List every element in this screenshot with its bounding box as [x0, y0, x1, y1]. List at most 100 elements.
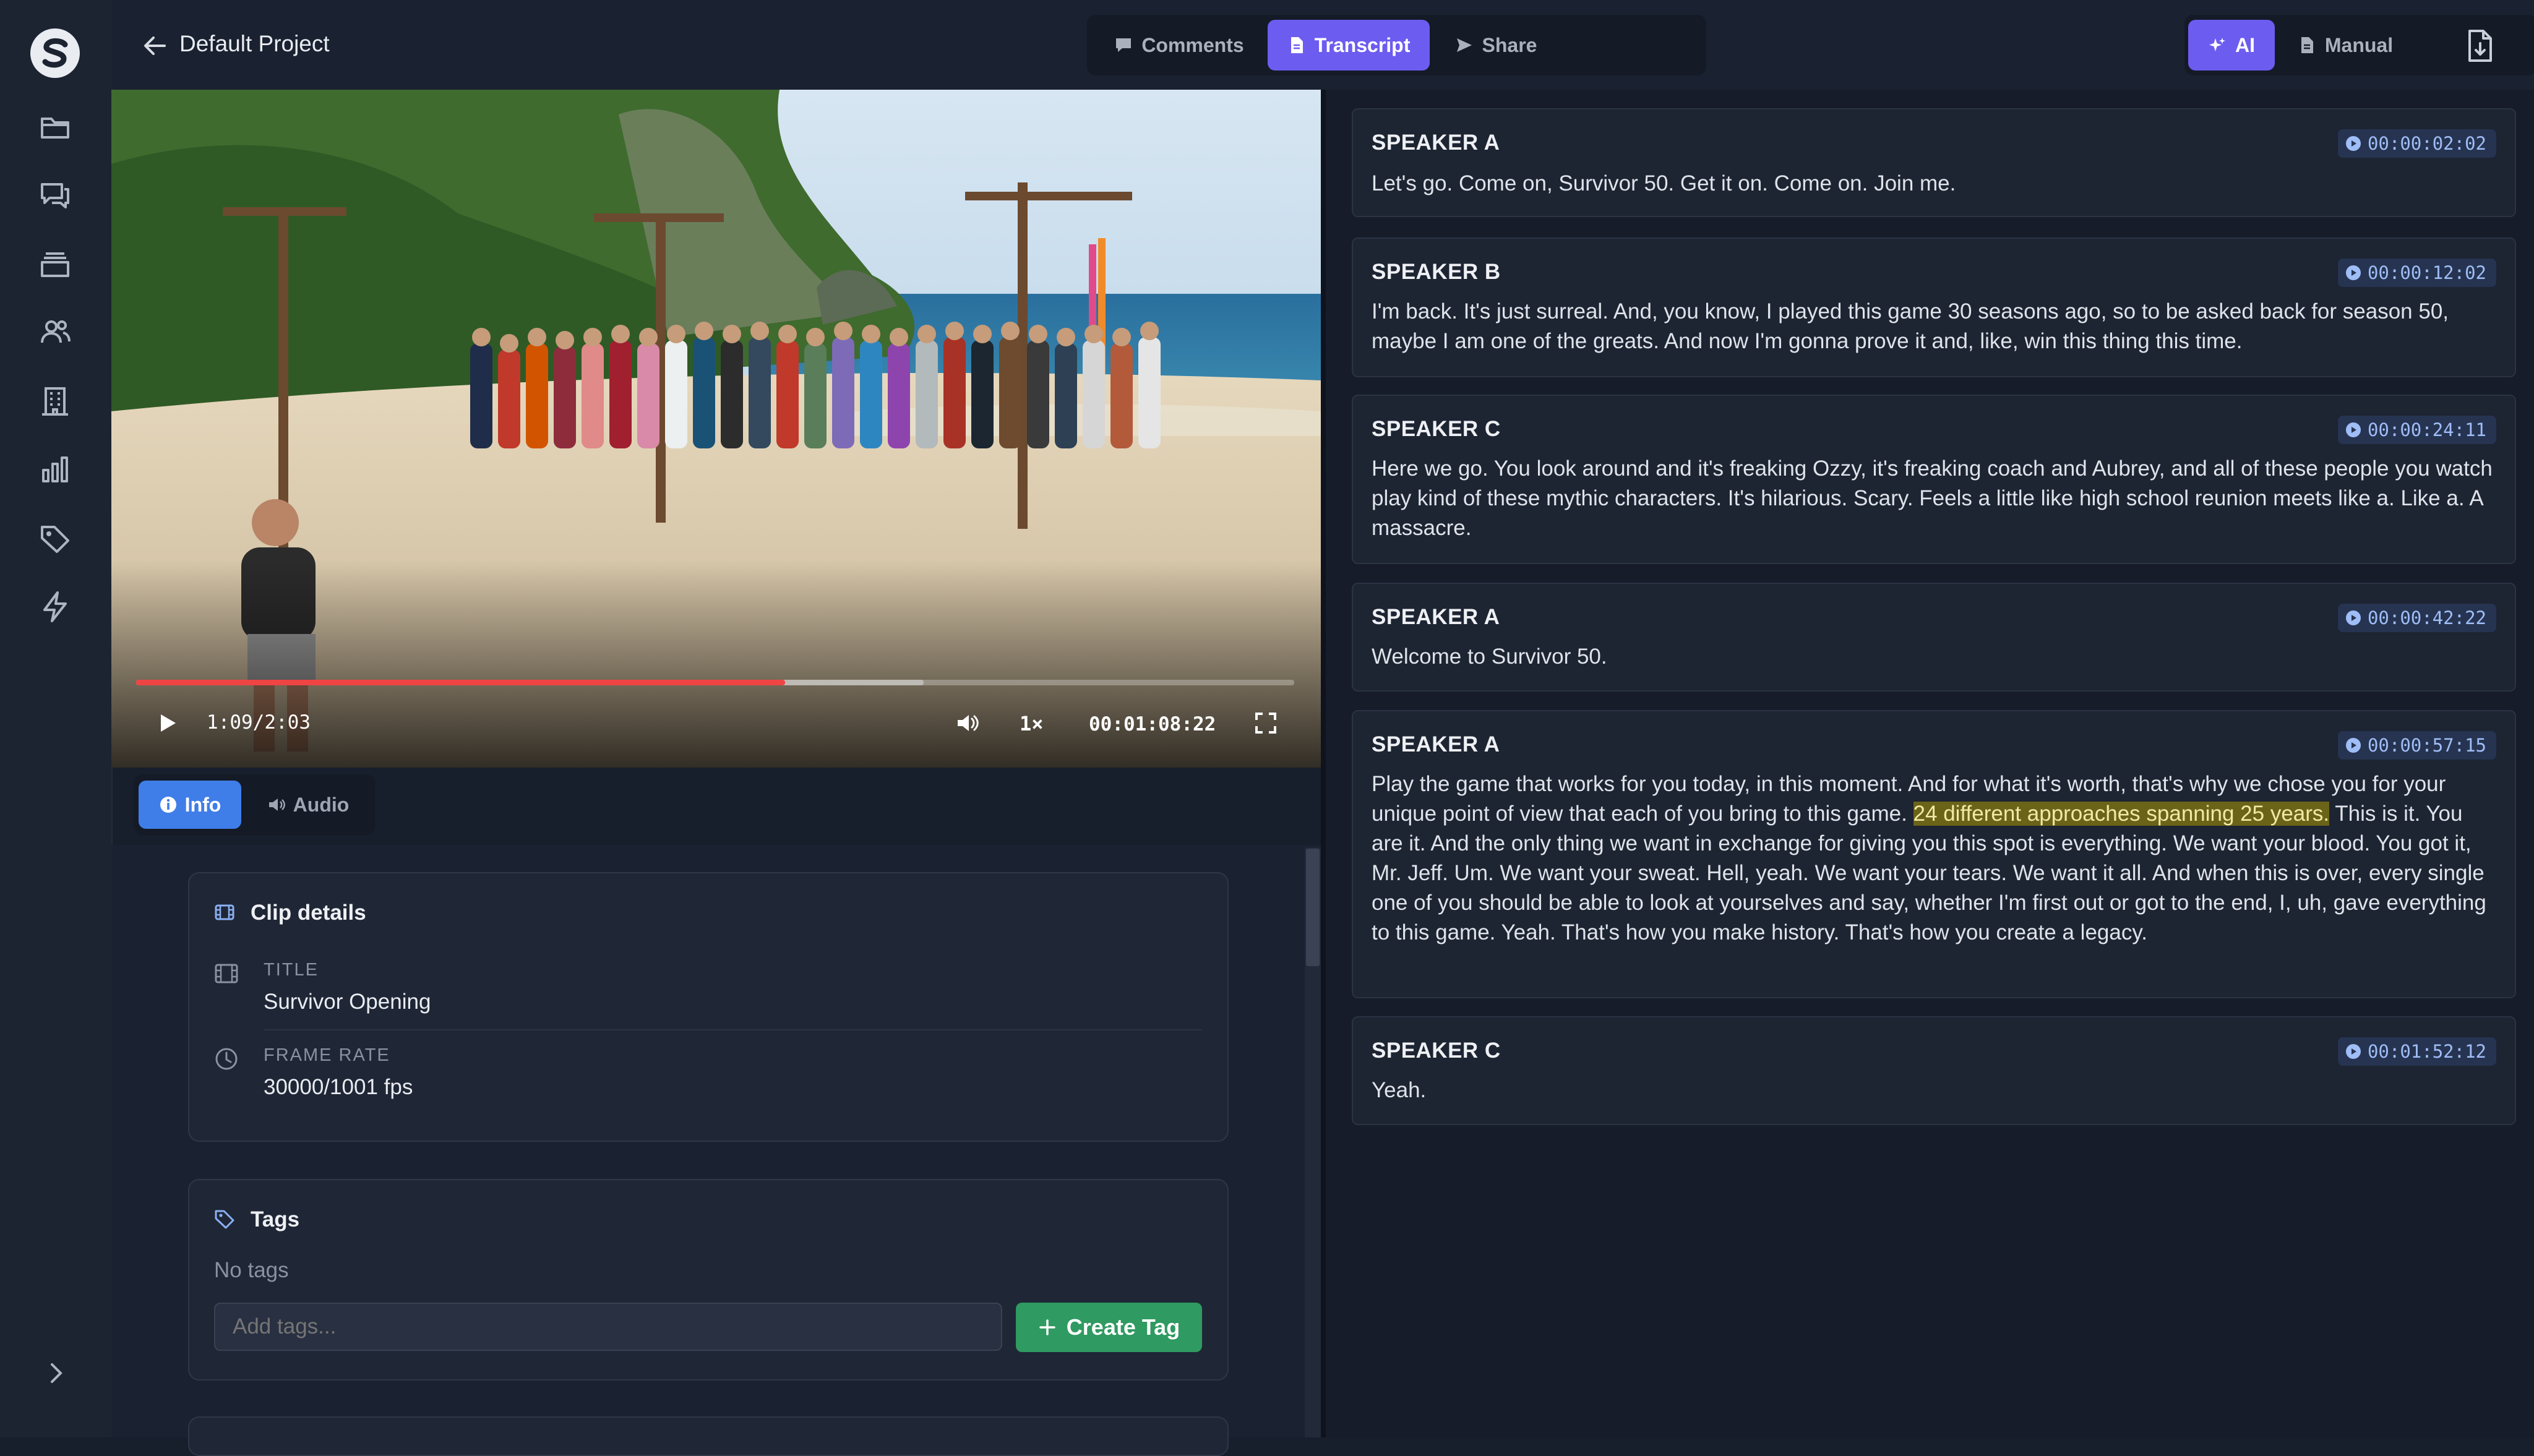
segment-timestamp[interactable]: 00:00:42:22 [2337, 604, 2496, 632]
bolt-icon[interactable] [37, 589, 73, 625]
time-display: 1:09/2:03 [207, 711, 311, 734]
segment-text: Here we go. You look around and it's fre… [1372, 456, 2493, 540]
segment-text: Welcome to Survivor 50. [1372, 644, 1607, 669]
send-icon [1456, 38, 1472, 52]
tag-icon[interactable] [37, 521, 73, 557]
film-icon [214, 961, 239, 986]
segment-text: I'm back. It's just surreal. And, you kn… [1372, 299, 2449, 353]
segment-text: Let's go. Come on, Survivor 50. Get it o… [1372, 171, 1956, 195]
chart-icon[interactable] [37, 452, 73, 487]
no-tags-text: No tags [214, 1258, 289, 1282]
timestamp-text: 00:00:24:11 [2367, 419, 2486, 440]
play-circle-icon [2345, 1044, 2361, 1059]
segment-timestamp[interactable]: 00:01:52:12 [2337, 1037, 2496, 1066]
timestamp-text: 00:00:57:15 [2367, 735, 2486, 756]
create-tag-label: Create Tag [1066, 1314, 1180, 1340]
sparkles-icon [2209, 38, 2225, 51]
export-file-icon[interactable] [2465, 28, 2496, 63]
tab-comments-label: Comments [1141, 33, 1244, 56]
create-tag-button[interactable]: Create Tag [1016, 1303, 1202, 1352]
transcript-segment[interactable]: SPEAKER A 00:00:02:02 Let's go. Come on,… [1352, 108, 2516, 217]
frame-rate-field-value: 30000/1001 fps [264, 1075, 413, 1099]
timecode: 00:01:08:22 [1089, 713, 1216, 735]
panel-splitter[interactable] [1321, 90, 1326, 1437]
folder-icon[interactable] [37, 109, 73, 145]
time-separator: / [252, 711, 265, 734]
tab-info-label: Info [184, 793, 221, 816]
speaker-label: SPEAKER A [1372, 732, 1500, 756]
current-time: 1:09 [207, 711, 253, 734]
tab-audio-label: Audio [293, 793, 350, 816]
document-icon [1291, 37, 1303, 53]
tab-comments[interactable]: Comments [1098, 20, 1260, 71]
segment-timestamp[interactable]: 00:00:02:02 [2337, 129, 2496, 158]
document-icon [2301, 37, 2313, 53]
playback-speed[interactable]: 1× [1020, 712, 1044, 735]
view-tab-group: Comments Transcript Share [1087, 15, 1706, 75]
play-circle-icon [2345, 422, 2361, 437]
play-circle-icon [2345, 610, 2361, 625]
transcript-segment[interactable]: SPEAKER C 00:00:24:11 Here we go. You lo… [1352, 395, 2516, 564]
video-player[interactable]: 1:09/2:03 1× 00:01:08:22 [111, 90, 1321, 768]
playback-progress [136, 680, 786, 685]
segment-text: Play the game that works for you today, … [1372, 769, 2499, 948]
tab-transcript[interactable]: Transcript [1268, 20, 1430, 71]
tab-ai-label: AI [2235, 33, 2255, 56]
tab-audio[interactable]: Audio [247, 781, 369, 829]
timestamp-text: 00:00:42:22 [2367, 607, 2486, 628]
duration: 2:03 [264, 711, 311, 734]
chat-bubble-icon [1116, 38, 1132, 52]
add-tags-input[interactable] [214, 1303, 1002, 1351]
highlighted-phrase[interactable]: 24 different approaches spanning 25 year… [1913, 802, 2330, 826]
next-card-edge [188, 1416, 1229, 1456]
comments-icon[interactable] [37, 177, 73, 213]
speaker-label: SPEAKER C [1372, 1038, 1501, 1063]
timestamp-text: 00:01:52:12 [2367, 1041, 2486, 1062]
info-icon [160, 797, 176, 813]
volume-icon[interactable] [955, 711, 980, 735]
tab-transcript-label: Transcript [1314, 33, 1411, 56]
tab-ai[interactable]: AI [2188, 20, 2275, 71]
archive-icon[interactable] [37, 246, 73, 282]
tab-share-label: Share [1482, 33, 1537, 56]
film-icon [214, 902, 235, 923]
timestamp-text: 00:00:12:02 [2367, 262, 2486, 283]
seek-bar[interactable] [136, 680, 1294, 685]
users-icon[interactable] [37, 314, 73, 350]
building-icon[interactable] [37, 383, 73, 419]
play-circle-icon [2345, 136, 2361, 151]
chevron-right-icon[interactable] [46, 1360, 67, 1387]
fullscreen-icon[interactable] [1253, 711, 1278, 735]
play-circle-icon [2345, 738, 2361, 753]
segment-timestamp[interactable]: 00:00:12:02 [2337, 259, 2496, 287]
frame-rate-field-label: FRAME RATE [264, 1045, 390, 1065]
tab-share[interactable]: Share [1437, 20, 1555, 71]
tab-manual-label: Manual [2324, 33, 2394, 56]
tab-manual[interactable]: Manual [2281, 20, 2410, 71]
play-icon[interactable] [156, 712, 178, 734]
sidebar [0, 0, 113, 1437]
transcript-segment[interactable]: SPEAKER B 00:00:12:02 I'm back. It's jus… [1352, 238, 2516, 377]
app-logo[interactable] [29, 27, 81, 79]
title-field-value: Survivor Opening [264, 990, 431, 1014]
top-bar: Default Project Comments Transcript Shar… [111, 0, 2534, 90]
project-title[interactable]: Default Project [179, 31, 330, 57]
title-field-label: TITLE [264, 960, 319, 980]
transcript-segment[interactable]: SPEAKER A 00:00:57:15 Play the game that… [1352, 710, 2516, 998]
segment-text: Yeah. [1372, 1078, 1427, 1102]
plus-icon [1039, 1319, 1055, 1335]
clock-icon [214, 1047, 239, 1071]
tab-info[interactable]: Info [139, 781, 241, 829]
video-frame [111, 90, 1321, 768]
transcript-segment[interactable]: SPEAKER A 00:00:42:22 Welcome to Survivo… [1352, 583, 2516, 692]
info-tab-group: Info Audio [134, 774, 375, 835]
segment-timestamp[interactable]: 00:00:57:15 [2337, 731, 2496, 760]
speaker-label: SPEAKER A [1372, 605, 1500, 629]
panel-scrollbar-thumb[interactable] [1306, 849, 1320, 966]
speaker-icon [268, 799, 285, 811]
divider [264, 1029, 1201, 1030]
transcript-segment[interactable]: SPEAKER C 00:01:52:12 Yeah. [1352, 1016, 2516, 1125]
back-arrow-icon[interactable] [142, 33, 167, 58]
tag-icon [214, 1209, 235, 1230]
segment-timestamp[interactable]: 00:00:24:11 [2337, 416, 2496, 444]
